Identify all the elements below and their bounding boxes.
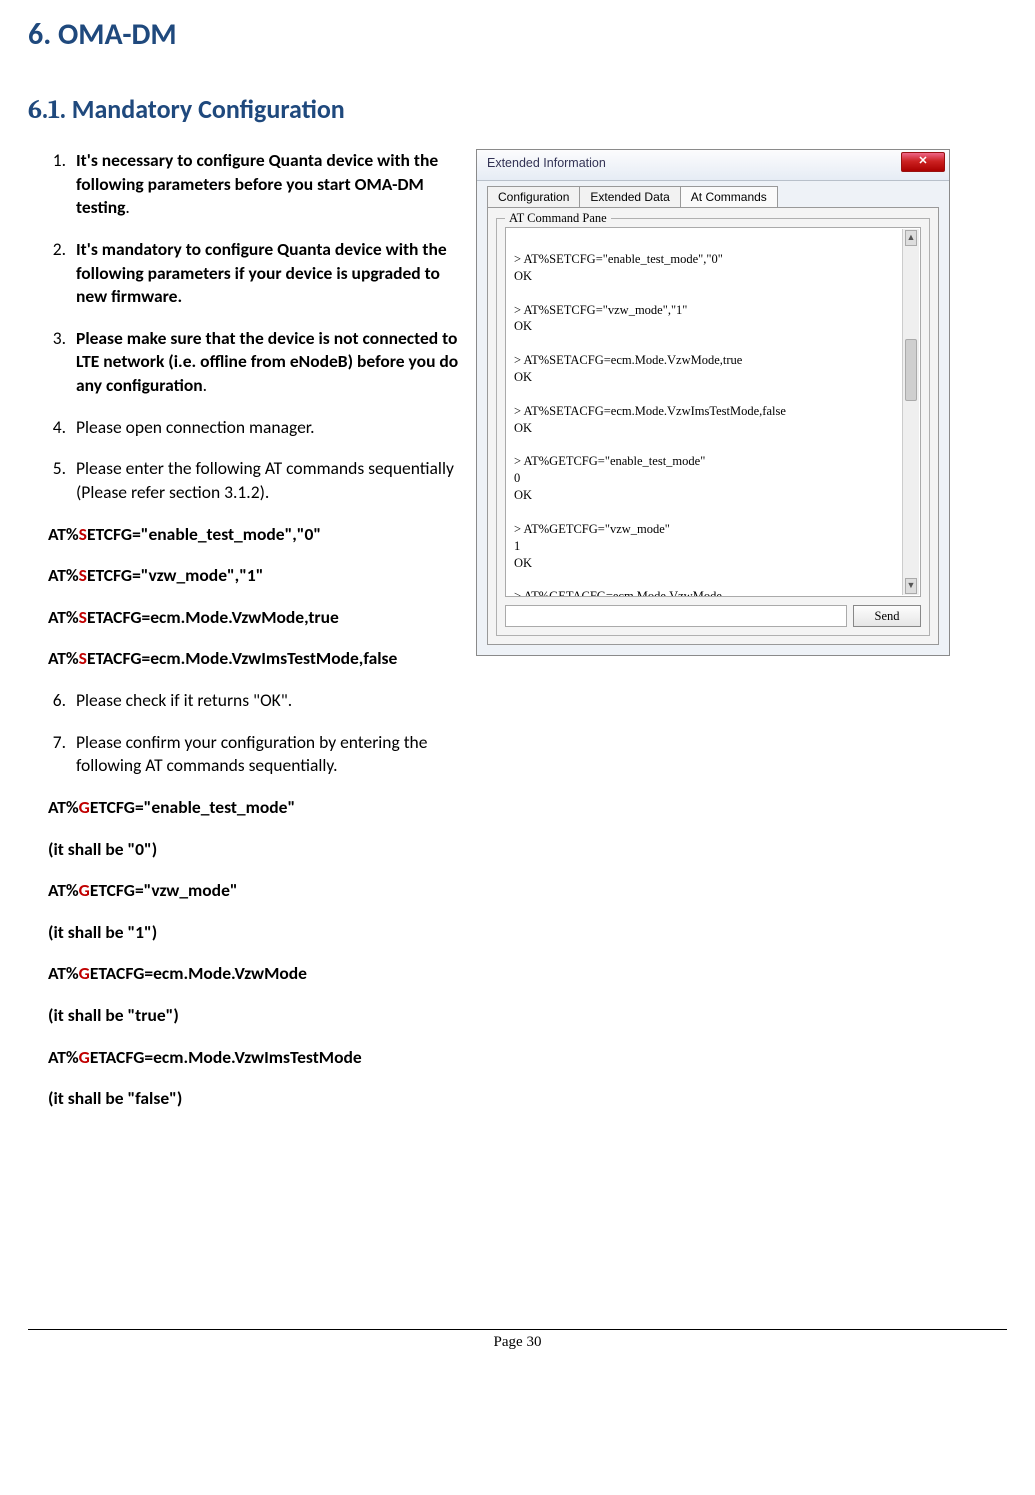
send-button[interactable]: Send	[853, 605, 921, 627]
scroll-thumb[interactable]	[905, 339, 917, 401]
heading-1-number: 6.	[28, 16, 51, 53]
command-block-get: AT%GETCFG="enable_test_mode" (it shall b…	[48, 796, 466, 1111]
page-footer: Page 30	[28, 1329, 1007, 1351]
instruction-list-continued: Please check if it returns "OK". Please …	[28, 689, 466, 778]
list-item: Please enter the following AT commands s…	[70, 457, 466, 504]
instruction-list: It's necessary to configure Quanta devic…	[28, 149, 466, 505]
window-titlebar: Extended Information ✕	[477, 150, 949, 181]
list-item: It's mandatory to configure Quanta devic…	[70, 238, 466, 309]
heading-1: 6. OMA-DM	[28, 16, 1007, 53]
window-title: Extended Information	[487, 156, 606, 170]
tab-at-commands[interactable]: At Commands	[680, 186, 778, 207]
list-item: Please make sure that the device is not …	[70, 327, 466, 398]
window-extended-information: Extended Information ✕ Configuration Ext…	[476, 149, 950, 656]
tab-configuration[interactable]: Configuration	[487, 186, 580, 207]
command-input[interactable]	[505, 605, 847, 627]
heading-1-title: OMA-DM	[58, 16, 177, 53]
list-item: Please check if it returns "OK".	[70, 689, 466, 713]
tab-extended-data[interactable]: Extended Data	[579, 186, 680, 207]
tabs: Configuration Extended Data At Commands	[477, 181, 949, 207]
close-icon[interactable]: ✕	[901, 152, 945, 172]
heading-2-title: Mandatory Configuration	[72, 93, 345, 125]
scrollbar[interactable]: ▲ ▼	[902, 229, 919, 595]
list-item: Please open connection manager.	[70, 416, 466, 440]
heading-2-number: 6.1.	[28, 95, 66, 125]
scroll-down-icon[interactable]: ▼	[905, 578, 917, 594]
list-item: Please confirm your configuration by ent…	[70, 731, 466, 778]
console-output[interactable]: > AT%SETCFG="enable_test_mode","0" OK > …	[505, 227, 921, 597]
scroll-up-icon[interactable]: ▲	[905, 230, 917, 246]
list-item: It's necessary to configure Quanta devic…	[70, 149, 466, 220]
heading-2: 6.1. Mandatory Configuration	[28, 93, 1007, 125]
command-block-set: AT%SETCFG="enable_test_mode","0" AT%SETC…	[48, 523, 466, 672]
at-command-pane: AT Command Pane > AT%SETCFG="enable_test…	[496, 218, 930, 636]
pane-legend: AT Command Pane	[505, 211, 611, 226]
